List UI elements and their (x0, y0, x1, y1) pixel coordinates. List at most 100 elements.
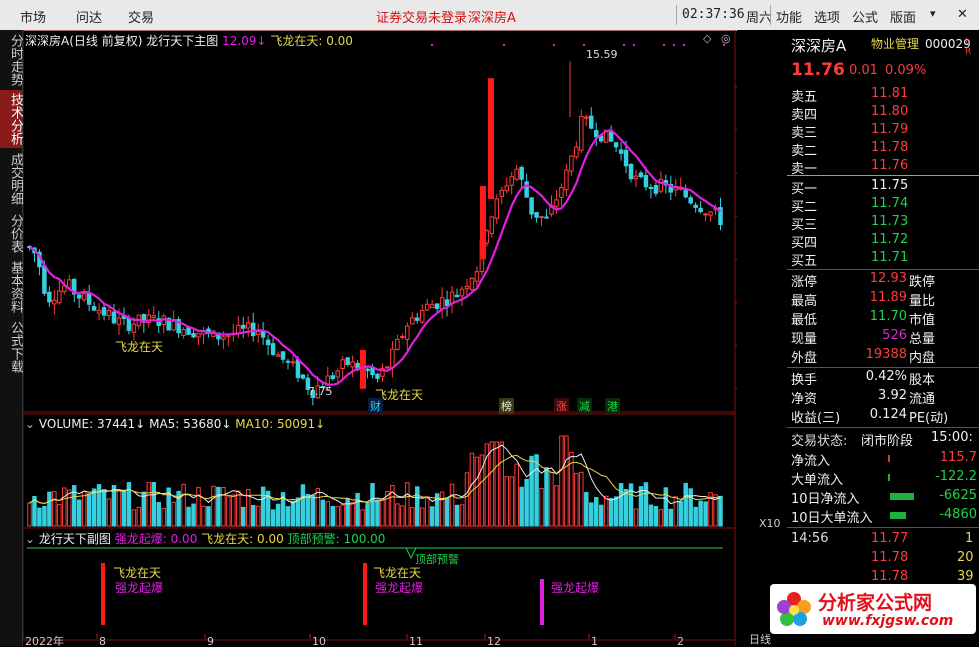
tab-fundamentals[interactable]: 基本资料 (0, 258, 23, 316)
candle-down (265, 339, 271, 346)
bid-row: 买五 11.71 (787, 249, 979, 269)
tab-intraday[interactable]: 分时走势 (0, 32, 23, 88)
candle-up (469, 277, 475, 290)
bid-row: 买三 11.73 (787, 213, 979, 233)
bid-row: 买二 11.74 (787, 195, 979, 215)
login-notice[interactable]: 证券交易未登录 (376, 7, 467, 26)
volume-bar (81, 491, 87, 527)
volume-bar (419, 507, 425, 527)
candle-highlight (480, 186, 486, 260)
signal-bar (540, 579, 544, 625)
volume-bar (514, 463, 519, 527)
candle-down (623, 149, 629, 167)
stat-label: 股本 (909, 373, 936, 388)
menu-function[interactable]: 功能 (776, 7, 802, 26)
volume-bar (589, 502, 594, 527)
volume-bar (504, 476, 509, 527)
candle-down (285, 360, 291, 363)
indicator-name[interactable]: 龙行天下主图 (146, 34, 218, 48)
flow-value: -6625 (939, 488, 977, 503)
stat-label: 净资 (791, 392, 818, 407)
stat-value: 11.70 (869, 309, 907, 324)
tab-technical[interactable]: 技术分析 (0, 90, 23, 148)
flow-label: 净流入 (791, 454, 831, 469)
collapse-icon[interactable]: ⌄ (25, 417, 35, 431)
event-earnings[interactable]: 财 (368, 398, 383, 414)
stat-row: 收益(三) 0.124 PE(动) (787, 406, 979, 426)
ask-row: 卖五 11.81 (787, 85, 979, 105)
candle-up (275, 354, 281, 357)
ma5-label: MA5: (149, 417, 180, 431)
close-icon[interactable]: ✕ (957, 7, 968, 22)
candle-up (424, 303, 430, 311)
event-reduce[interactable]: 减 (577, 398, 592, 414)
candle-down (693, 204, 698, 208)
time-tick-label: 2 (677, 635, 684, 646)
volume-bar (574, 472, 579, 527)
candle-down (648, 186, 654, 189)
grid-lines (431, 44, 741, 390)
volume-bar (315, 488, 321, 527)
collapse-icon[interactable]: ⌄ (25, 532, 35, 546)
signal-bar (101, 563, 105, 625)
volume-bar (693, 506, 698, 527)
volume-bar (370, 483, 375, 527)
tab-trade-detail[interactable]: 成交明细 (0, 150, 23, 208)
bid-price: 11.71 (871, 250, 909, 265)
candle-up (410, 317, 415, 325)
candle-up (559, 187, 564, 198)
stat-label: 流通 (909, 392, 936, 407)
candle-down (101, 307, 107, 316)
menu-layout[interactable]: 版面 (890, 7, 916, 26)
volume-bar (380, 498, 385, 527)
candle-up (514, 168, 519, 180)
tick-price: 11.77 (871, 531, 909, 546)
ma10-label: MA10: (235, 417, 274, 431)
candle-down (280, 351, 286, 360)
candle-up (633, 175, 639, 180)
tick-time: 14:56 (791, 531, 829, 546)
menu-trade[interactable]: 交易 (128, 7, 154, 26)
volume-bar (37, 507, 42, 527)
volume-bar (633, 508, 639, 527)
sector-label[interactable]: 物业管理 (871, 35, 919, 52)
candle-up (106, 310, 112, 316)
volume-bar (544, 467, 549, 527)
ma10-value: 50091 (276, 417, 316, 431)
stat-label: 最低 (791, 313, 818, 328)
tab-formula-download[interactable]: 公式下载 (0, 318, 23, 376)
chart-settings-icon[interactable]: ◎ (721, 32, 731, 45)
sub-title[interactable]: 龙行天下副图 (39, 532, 111, 546)
tab-price-table[interactable]: 分价表 (0, 210, 23, 256)
minimize-icon[interactable]: ▾ (930, 7, 936, 20)
volume-bar (325, 501, 331, 527)
brand-name: 分析家公式网 (818, 592, 933, 614)
stat-row: 换手 0.42% 股本 (787, 368, 979, 388)
stock-name: 深深房A (791, 37, 847, 55)
low-price-label: 7.75 (308, 385, 333, 398)
event-rise[interactable]: 涨 (554, 398, 569, 414)
ask-row: 卖三 11.79 (787, 121, 979, 141)
divider (676, 5, 677, 25)
stat-label: 内盘 (909, 351, 936, 366)
menu-market[interactable]: 市场 (20, 7, 46, 26)
period-label[interactable]: 日线 (749, 631, 771, 647)
menu-formula[interactable]: 公式 (852, 7, 878, 26)
candle-down (250, 322, 256, 337)
event-hk[interactable]: 港 (605, 398, 620, 414)
event-rank[interactable]: 榜 (499, 398, 514, 414)
chart-diamond-icon[interactable]: ◇ (703, 32, 711, 45)
candle-up (57, 290, 62, 304)
chart-area[interactable]: 15.0014.0013.0012.0011.0010.009.008.00 4… (23, 30, 787, 646)
volume-bar (584, 492, 589, 527)
menu-options[interactable]: 选项 (814, 7, 840, 26)
tick-vol: 39 (957, 569, 974, 584)
volume-bar (365, 503, 370, 527)
volume-bar (638, 486, 644, 527)
right-axis: X10 日线 (737, 30, 787, 646)
time-tick-label: 11 (409, 635, 423, 646)
candle-down (241, 324, 246, 329)
menu-wenda[interactable]: 问达 (76, 7, 102, 26)
candle-down (365, 368, 370, 372)
volume-bar (121, 489, 127, 527)
